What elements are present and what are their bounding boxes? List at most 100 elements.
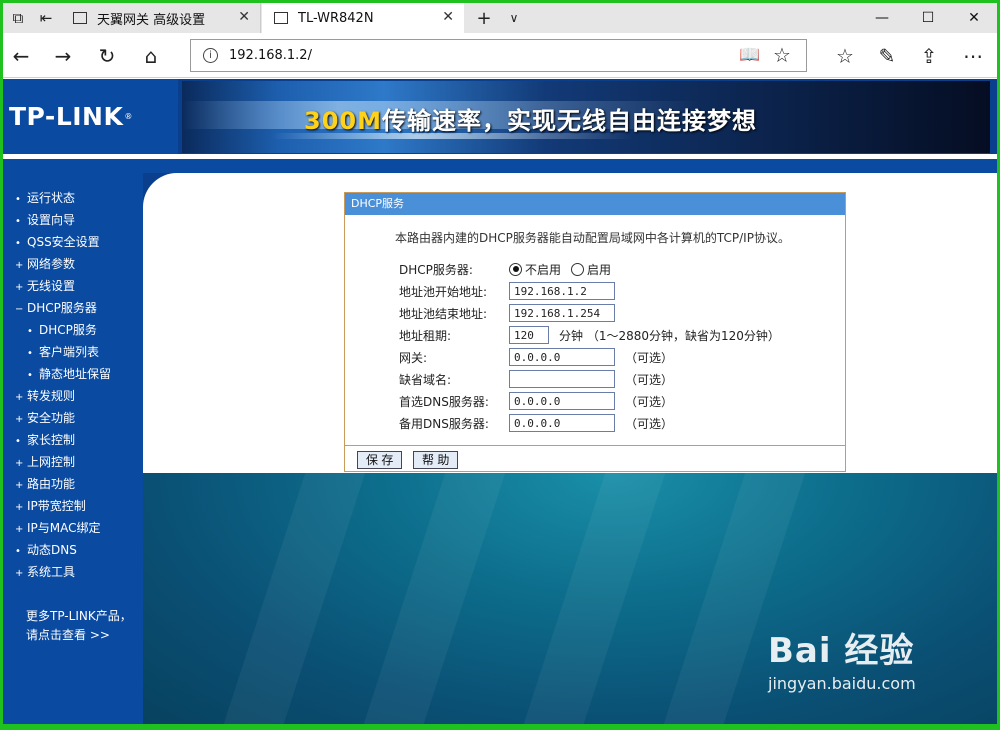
tab-router[interactable]: TL-WR842N ✕ (262, 3, 464, 33)
sidebar-item[interactable]: + 上网控制 (15, 451, 111, 473)
sidebar-item[interactable]: + 网络参数 (15, 253, 111, 275)
radio-selected-icon[interactable] (509, 262, 522, 276)
sidebar-item[interactable]: • QSS安全设置 (15, 231, 111, 253)
menu-bullet-icon: + (15, 392, 24, 403)
more-products-link[interactable]: 更多TP-LINK产品， 请点击查看 >> (26, 607, 132, 645)
home-button[interactable]: ⌂ (133, 38, 169, 74)
window-close-button[interactable]: ✕ (951, 3, 997, 33)
close-icon[interactable]: ✕ (238, 9, 250, 25)
menu-bullet-icon: • (15, 216, 21, 227)
router-page: TP-LINK ® 300M传输速率，实现无线自由连接梦想 • 运行状态 • 设置向导 •… (3, 79, 997, 724)
radio-disable[interactable]: 不启用 (509, 261, 561, 278)
sidebar-item-label: 安全功能 (27, 411, 76, 425)
reading-view-icon[interactable]: 📖 (739, 45, 760, 65)
maximize-button[interactable]: ☐ (905, 3, 951, 33)
sidebar-item-label: 客户端列表 (39, 345, 100, 359)
favorites-hub-icon[interactable]: ☆ (827, 38, 863, 74)
menu-bullet-icon: • (15, 546, 21, 557)
menu-bullet-icon: + (15, 524, 24, 535)
sidebar-item[interactable]: • 运行状态 (15, 187, 111, 209)
tab-label: TL-WR842N (298, 10, 374, 26)
minimize-button[interactable]: — (859, 3, 905, 33)
dns2-row: 备用DNS服务器: （可选） (399, 413, 673, 433)
sidebar-item-label: IP与MAC绑定 (27, 521, 101, 535)
pen-icon[interactable]: ✎ (869, 38, 905, 74)
sidebar-item[interactable]: • 家长控制 (15, 429, 111, 451)
sidebar-item[interactable]: + IP带宽控制 (15, 495, 111, 517)
domain-input[interactable] (509, 370, 615, 388)
menu-bullet-icon: • (15, 194, 21, 205)
back-button[interactable]: ← (3, 38, 39, 74)
lease-row: 地址租期: 分钟 （1～2880分钟，缺省为120分钟） (399, 325, 780, 345)
page-icon (73, 12, 87, 24)
sidebar-item[interactable]: + 安全功能 (15, 407, 111, 429)
menu-bullet-icon: + (15, 480, 24, 491)
dns1-row: 首选DNS服务器: （可选） (399, 391, 673, 411)
refresh-button[interactable]: ↻ (89, 38, 125, 74)
lease-hint: 分钟 （1～2880分钟，缺省为120分钟） (559, 328, 780, 343)
tab-label: 天翼网关 高级设置 (97, 12, 206, 28)
menu-bullet-icon: • (15, 238, 21, 249)
sidebar-item[interactable]: + IP与MAC绑定 (15, 517, 111, 539)
sidebar-item[interactable]: + 转发规则 (15, 385, 111, 407)
sidebar-item-label: 动态DNS (27, 543, 77, 557)
radio-icon[interactable] (571, 262, 585, 276)
sidebar-item-label: 运行状态 (27, 191, 76, 205)
menu-bullet-icon: + (15, 414, 24, 425)
panel-footer: 保 存 帮 助 (345, 445, 845, 471)
radio-enable[interactable]: 启用 (571, 261, 611, 278)
menu-bullet-icon: • (27, 370, 33, 381)
pool-end-input[interactable] (509, 304, 615, 322)
url-text[interactable]: 192.168.1.2/ (229, 48, 312, 63)
address-bar[interactable]: i 192.168.1.2/ 📖 ☆ (190, 39, 807, 72)
forward-button[interactable]: → (45, 38, 81, 74)
tab-preview-icon[interactable]: ⧉ (3, 3, 33, 33)
lease-input[interactable] (509, 326, 549, 344)
sidebar-menu: • 运行状态 • 设置向导 • QSS安全设置 + 网络参数 + 无线设置 − DHCP服务器 • DHC… (3, 173, 143, 724)
set-aside-tabs-icon[interactable]: ⇤ (31, 3, 61, 33)
sidebar-item-label: 路由功能 (27, 477, 76, 491)
pool-start-input[interactable] (509, 282, 615, 300)
banner-slogan: 300M传输速率，实现无线自由连接梦想 (304, 107, 757, 135)
dns2-input[interactable] (509, 414, 615, 432)
sidebar-item-label: IP带宽控制 (27, 499, 86, 513)
menu-bullet-icon: • (15, 436, 21, 447)
help-button[interactable]: 帮 助 (413, 451, 459, 469)
menu-bullet-icon: + (15, 502, 24, 513)
panel-title: DHCP服务 (345, 193, 845, 215)
sidebar-item-label: 设置向导 (27, 213, 76, 227)
menu-bullet-icon: − (15, 304, 24, 315)
menu-bullet-icon: + (15, 282, 24, 293)
save-button[interactable]: 保 存 (357, 451, 403, 469)
tab-gateway[interactable]: 天翼网关 高级设置 ✕ (61, 3, 261, 33)
more-icon[interactable]: ⋯ (955, 38, 991, 74)
gateway-row: 网关: （可选） (399, 347, 673, 367)
sidebar-item[interactable]: • DHCP服务 (15, 319, 111, 341)
gateway-input[interactable] (509, 348, 615, 366)
tp-link-logo: TP-LINK ® (3, 79, 178, 154)
favorite-star-icon[interactable]: ☆ (773, 43, 791, 67)
sidebar-item[interactable]: • 动态DNS (15, 539, 111, 561)
sidebar-item-label: 上网控制 (27, 455, 76, 469)
main-content: DHCP服务 本路由器内建的DHCP服务器能自动配置局域网中各计算机的TCP/I… (143, 173, 997, 724)
sidebar-item[interactable]: − DHCP服务器 (15, 297, 111, 319)
pool-start-row: 地址池开始地址: (399, 281, 615, 301)
sidebar-item[interactable]: • 静态地址保留 (15, 363, 111, 385)
sidebar-item[interactable]: + 系统工具 (15, 561, 111, 583)
dhcp-server-row: DHCP服务器: 不启用 启用 (399, 261, 612, 278)
new-tab-icon[interactable]: + (469, 3, 499, 33)
close-icon[interactable]: ✕ (442, 9, 454, 25)
sidebar-item-label: 转发规则 (27, 389, 76, 403)
menu-bullet-icon: + (15, 458, 24, 469)
sidebar-item[interactable]: • 客户端列表 (15, 341, 111, 363)
share-icon[interactable]: ⇪ (911, 38, 947, 74)
sidebar-item[interactable]: • 设置向导 (15, 209, 111, 231)
page-icon (274, 12, 288, 24)
sidebar-item[interactable]: + 无线设置 (15, 275, 111, 297)
dns1-input[interactable] (509, 392, 615, 410)
sidebar-item[interactable]: + 路由功能 (15, 473, 111, 495)
chevron-down-icon[interactable]: ∨ (499, 3, 529, 33)
info-icon[interactable]: i (203, 48, 218, 63)
panel-description: 本路由器内建的DHCP服务器能自动配置局域网中各计算机的TCP/IP协议。 (395, 231, 790, 245)
baidu-watermark: Bai 经验 jingyan.baidu.com (768, 631, 916, 693)
